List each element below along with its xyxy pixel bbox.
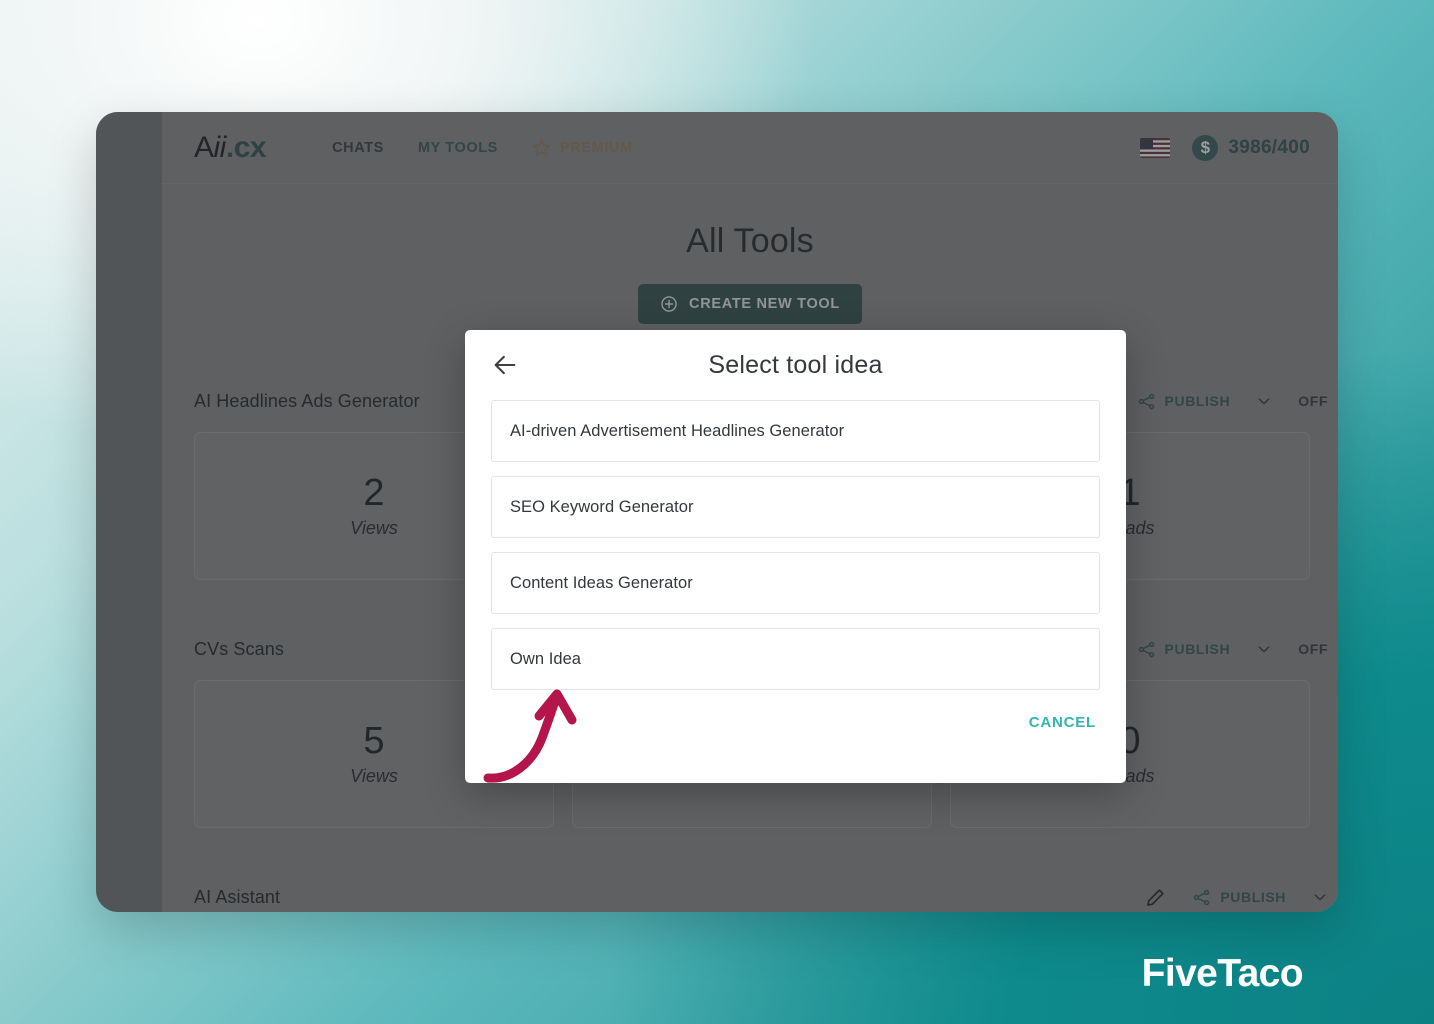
plus-circle-icon <box>660 295 678 313</box>
brand-logo[interactable]: Aii.cx <box>194 130 267 165</box>
fivetaco-watermark: FiveTaco <box>1141 952 1304 995</box>
select-tool-idea-modal: Select tool idea AI-driven Advertisement… <box>465 330 1126 783</box>
tool-name: AI Headlines Ads Generator <box>194 390 420 411</box>
tool-status: OFF <box>1298 393 1328 409</box>
navbar-right: $ 3986/400 <box>1140 134 1310 161</box>
credits-indicator[interactable]: $ 3986/400 <box>1192 134 1310 161</box>
brand-logo-a: A <box>194 130 214 164</box>
option-ai-driven-advertisement-headlines-generator[interactable]: AI-driven Advertisement Headlines Genera… <box>491 400 1100 462</box>
tool-name: CVs Scans <box>194 638 284 659</box>
publish-button[interactable]: PUBLISH <box>1137 640 1231 659</box>
modal-title: Select tool idea <box>708 350 883 379</box>
tool-actions: PUBLISH OFF <box>1090 639 1338 660</box>
brand-logo-cx: .cx <box>225 130 267 164</box>
star-icon <box>532 138 551 157</box>
tool-actions: PUBLISH OFF <box>1090 391 1338 412</box>
option-content-ideas-generator[interactable]: Content Ideas Generator <box>491 552 1100 614</box>
modal-header: Select tool idea <box>465 330 1126 400</box>
nav-link-premium-label: PREMIUM <box>559 139 633 156</box>
brand-logo-ii: ii <box>213 130 227 164</box>
browser-sidebar <box>96 112 162 912</box>
navbar-links: CHATS MY TOOLS PREMIUM <box>332 138 633 157</box>
publish-button[interactable]: PUBLISH <box>1192 888 1286 907</box>
stat-label: Views <box>350 765 398 786</box>
modal-footer: CANCEL <box>465 690 1126 737</box>
stat-value: 5 <box>363 719 385 762</box>
pencil-edit-icon[interactable] <box>1145 887 1166 908</box>
stat-label: Views <box>350 517 398 538</box>
chevron-down-icon[interactable] <box>1312 889 1328 905</box>
publish-label: PUBLISH <box>1164 641 1231 657</box>
option-own-idea[interactable]: Own Idea <box>491 628 1100 690</box>
nav-link-chats[interactable]: CHATS <box>332 140 384 156</box>
option-seo-keyword-generator[interactable]: SEO Keyword Generator <box>491 476 1100 538</box>
app-navbar: Aii.cx CHATS MY TOOLS PREMIUM $ 3986/400 <box>162 112 1338 184</box>
share-icon <box>1137 640 1156 659</box>
publish-label: PUBLISH <box>1164 393 1231 409</box>
cancel-button[interactable]: CANCEL <box>1025 708 1100 737</box>
screenshot-stage: Aii.cx CHATS MY TOOLS PREMIUM $ 3986/400… <box>0 0 1434 1024</box>
nav-link-premium[interactable]: PREMIUM <box>532 138 633 157</box>
chevron-down-icon[interactable] <box>1256 393 1272 409</box>
back-arrow-icon[interactable] <box>491 351 519 379</box>
tool-name: AI Asistant <box>194 886 281 907</box>
tool-idea-option-list: AI-driven Advertisement Headlines Genera… <box>465 400 1126 690</box>
tool-status: OFF <box>1298 641 1328 657</box>
tool-row-header: AI Asistant PUBLISH <box>162 880 1338 912</box>
page-title: All Tools <box>686 222 814 260</box>
publish-label: PUBLISH <box>1220 889 1286 905</box>
chevron-down-icon[interactable] <box>1256 641 1272 657</box>
dollar-coin-icon: $ <box>1192 134 1219 161</box>
tool-row: AI Asistant PUBLISH <box>162 880 1338 912</box>
share-icon <box>1192 888 1211 907</box>
us-flag-icon[interactable] <box>1140 137 1171 158</box>
stat-value: 2 <box>363 471 385 514</box>
nav-link-my-tools[interactable]: MY TOOLS <box>418 140 498 156</box>
credits-value: 3986/400 <box>1228 136 1310 158</box>
tool-actions: PUBLISH <box>1145 887 1338 908</box>
publish-button[interactable]: PUBLISH <box>1137 392 1231 411</box>
create-new-tool-label: CREATE NEW TOOL <box>689 296 840 312</box>
create-new-tool-button[interactable]: CREATE NEW TOOL <box>638 284 862 324</box>
share-icon <box>1137 392 1156 411</box>
